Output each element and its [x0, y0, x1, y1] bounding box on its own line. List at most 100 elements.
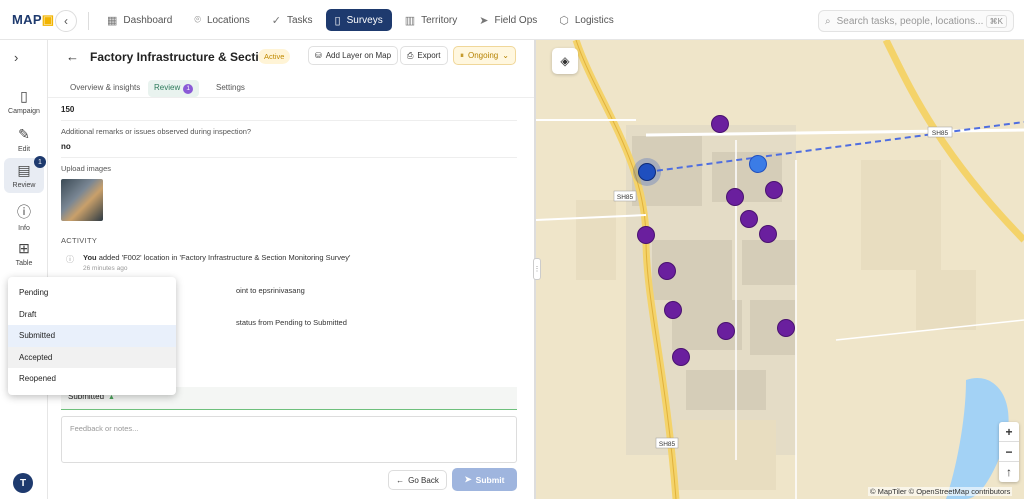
panel-header: ← Factory Infrastructure & Section ... A… [48, 40, 534, 74]
remarks-field: Additional remarks or issues observed du… [61, 121, 517, 158]
app-logo[interactable]: MAP▣ [12, 12, 54, 28]
search-input[interactable]: ⌕ Search tasks, people, locations... ⌘K [818, 10, 1014, 32]
divider [88, 12, 89, 30]
pin-icon: ⌾ [194, 13, 201, 26]
upload-field: Upload images [61, 158, 517, 227]
sidebar-item-table[interactable]: ⊞ Table [4, 236, 44, 271]
activity-entry: ⓘ You added 'F002' location in 'Factory … [66, 253, 351, 272]
survey-title: Factory Infrastructure & Section ... [90, 50, 287, 64]
option-draft[interactable]: Draft [8, 304, 176, 326]
submit-button[interactable]: ➤ Submit [452, 468, 517, 491]
zoom-in-button[interactable]: + [999, 422, 1019, 442]
location-marker[interactable] [664, 301, 682, 319]
sidebar-item-campaign[interactable]: ▯ Campaign [4, 84, 44, 119]
tab-settings[interactable]: Settings [210, 80, 251, 95]
location-marker[interactable] [672, 348, 690, 366]
review-count: 1 [183, 84, 194, 94]
location-marker[interactable] [658, 262, 676, 280]
location-marker[interactable] [740, 210, 758, 228]
main-nav: ▦ Dashboard ⌾ Locations ✓ Tasks ▯ Surveys ▥ T… [98, 0, 623, 40]
file-icon: ▤ [17, 162, 31, 178]
top-bar: MAP▣ ‹ ▦ Dashboard ⌾ Locations ✓ Tasks ▯ Sur… [0, 0, 1024, 40]
tab-overview[interactable]: Overview & insights [64, 80, 146, 95]
sidebar-item-review[interactable]: ▤ Review 1 [4, 156, 46, 193]
answer-field: 150 [61, 98, 517, 121]
location-marker[interactable] [717, 322, 735, 340]
add-layer-button[interactable]: ⛁ Add Layer on Map [308, 46, 399, 65]
caret-up-icon: ▲ [108, 394, 115, 401]
map-attribution: © MapTiler © OpenStreetMap contributors [868, 487, 1013, 496]
dashboard-icon: ▦ [107, 14, 118, 27]
status-dropdown-menu: Pending Draft Submitted Accepted Reopene… [8, 277, 176, 395]
chevron-down-icon: ⌄ [502, 51, 509, 60]
uploaded-image-thumbnail[interactable] [61, 179, 103, 221]
layers-icon: ◈ [560, 54, 570, 68]
road-label: SH85 [932, 130, 949, 137]
arrow-left-icon: ← [396, 475, 405, 485]
shortcut-badge: ⌘K [985, 14, 1007, 28]
zoom-out-button[interactable]: − [999, 442, 1019, 462]
sidebar-item-edit[interactable]: ✎ Edit [4, 122, 44, 157]
compass-button[interactable]: ↑ [999, 462, 1019, 482]
location-marker[interactable] [749, 155, 767, 173]
info-icon: ⓘ [17, 204, 31, 220]
answer-value: no [61, 142, 71, 151]
export-button[interactable]: ⎙ Export [400, 46, 448, 65]
road-label: SH85 [617, 194, 634, 201]
option-reopened[interactable]: Reopened [8, 368, 176, 390]
export-icon: ⎙ [407, 50, 414, 60]
map-zoom-controls: + − ↑ [999, 422, 1019, 482]
map-view[interactable]: SH85 SH85 SH85 [536, 40, 1024, 499]
option-accepted[interactable]: Accepted [8, 346, 176, 368]
send-icon: ➤ [464, 474, 472, 484]
clipboard-icon: ▯ [20, 88, 28, 104]
location-marker[interactable] [765, 181, 783, 199]
clipboard-icon: ▯ [334, 14, 341, 27]
pause-icon: ⏸ [460, 50, 464, 60]
option-submitted[interactable]: Submitted [8, 325, 176, 347]
box-icon: ⬡ [559, 14, 569, 27]
panel-tabs: Overview & insights Review 1 Settings [48, 74, 534, 98]
left-sidebar: › ▯ Campaign ✎ Edit ▤ Review 1 ⓘ Info ⊞ Table … [0, 40, 48, 499]
option-pending[interactable]: Pending [8, 282, 176, 304]
map-canvas: SH85 SH85 SH85 [536, 40, 1024, 499]
ongoing-dropdown[interactable]: ⏸ Ongoing ⌄ [453, 46, 516, 65]
nav-logistics[interactable]: ⬡ Logistics [550, 9, 623, 31]
nav-territory[interactable]: ▥ Territory [396, 9, 467, 31]
sidebar-item-info[interactable]: ⓘ Info [4, 198, 44, 236]
nav-surveys[interactable]: ▯ Surveys [325, 9, 392, 31]
location-marker[interactable] [726, 188, 744, 206]
expand-sidebar-icon[interactable]: › [14, 50, 18, 65]
check-icon: ✓ [271, 14, 281, 27]
nav-tasks[interactable]: ✓ Tasks [263, 9, 322, 31]
survey-panel: ← Factory Infrastructure & Section ... A… [48, 40, 534, 499]
review-badge: 1 [34, 156, 46, 168]
tab-review[interactable]: Review 1 [148, 80, 200, 97]
activity-time: 26 minutes ago [83, 265, 128, 272]
question-label: Upload images [61, 164, 112, 173]
go-back-button[interactable]: ← Go Back [388, 470, 447, 490]
search-icon: ⌕ [825, 15, 831, 27]
avatar[interactable]: T [13, 473, 33, 493]
road-label: SH85 [659, 441, 676, 448]
nav-dashboard[interactable]: ▦ Dashboard [98, 9, 181, 31]
location-marker[interactable] [777, 319, 795, 337]
location-marker[interactable] [637, 226, 655, 244]
back-arrow-icon[interactable]: ← [66, 49, 79, 64]
resize-handle[interactable]: ⋮ [533, 258, 541, 280]
location-marker[interactable] [759, 225, 777, 243]
search-placeholder: Search tasks, people, locations... [836, 15, 984, 27]
location-marker[interactable] [711, 115, 729, 133]
feedback-textarea[interactable]: Feedback or notes... [61, 416, 517, 463]
nav-locations[interactable]: ⌾ Locations [185, 9, 258, 31]
nav-field-ops[interactable]: ➤ Field Ops [470, 9, 546, 31]
info-icon: ⓘ [66, 255, 74, 264]
answer-value: 150 [61, 105, 75, 114]
selected-location-marker[interactable] [638, 163, 656, 181]
question-label: Additional remarks or issues observed du… [61, 127, 252, 136]
back-arrow-button[interactable]: ‹ [55, 10, 77, 32]
activity-heading: ACTIVITY [61, 236, 98, 245]
map-layers-button[interactable]: ◈ [552, 48, 578, 74]
edit-icon: ✎ [18, 126, 30, 142]
map-icon: ▥ [404, 14, 416, 27]
